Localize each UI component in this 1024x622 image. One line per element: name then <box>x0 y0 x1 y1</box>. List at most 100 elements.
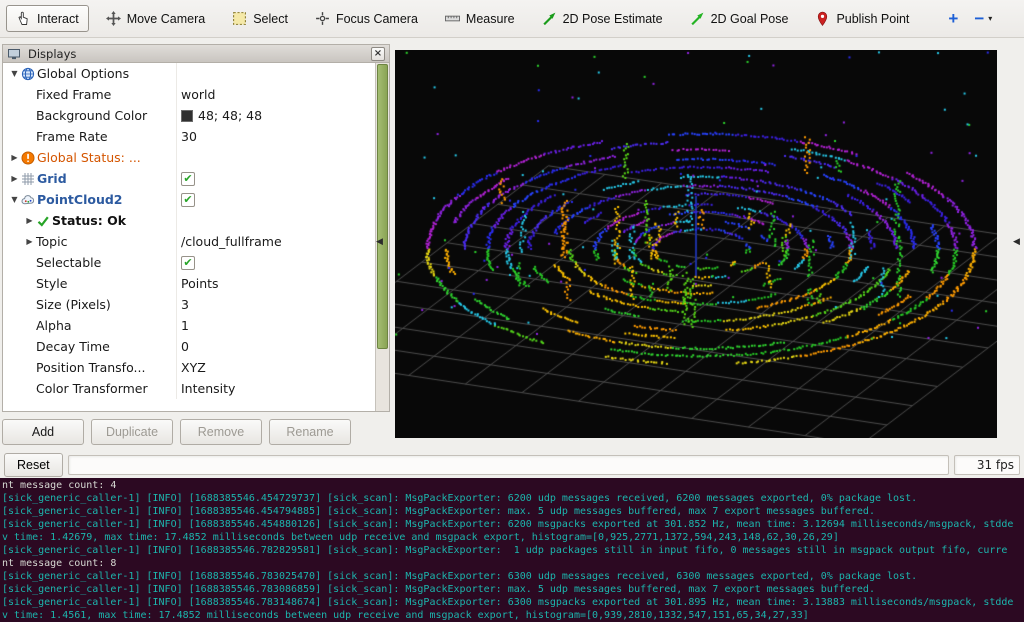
property-value-text[interactable]: 48; 48; 48 <box>198 108 262 123</box>
property-value-cell[interactable]: ✔ <box>176 252 375 273</box>
tree-row-alpha[interactable]: Alpha1 <box>3 315 375 336</box>
tool-measure[interactable]: Measure <box>435 5 525 32</box>
move-camera-icon <box>106 11 121 26</box>
property-value-text[interactable]: /cloud_fullframe <box>181 234 282 249</box>
expander-closed-icon[interactable]: ▶ <box>8 174 21 183</box>
property-name-cell: Size (Pixels) <box>3 297 176 312</box>
property-value-text[interactable]: Points <box>181 276 219 291</box>
enabled-checkbox[interactable]: ✔ <box>181 172 195 186</box>
tree-row-background-color[interactable]: Background Color48; 48; 48 <box>3 105 375 126</box>
globe-icon <box>21 67 37 81</box>
terminal-line: v time: 1.4561, max time: 17.4852 millis… <box>2 609 1022 622</box>
scrollbar-thumb[interactable] <box>377 64 388 349</box>
property-name-cell: Style <box>3 276 176 291</box>
tool-2d-pose-estimate[interactable]: 2D Pose Estimate <box>532 5 673 32</box>
property-label: Status: Ok <box>52 213 126 228</box>
enabled-checkbox[interactable]: ✔ <box>181 193 195 207</box>
property-label: Topic <box>36 234 67 249</box>
tool-label: Focus Camera <box>336 12 418 26</box>
tool-interact[interactable]: Interact <box>6 5 89 32</box>
display-action-buttons: Add Duplicate Remove Rename <box>2 419 392 445</box>
property-value-text[interactable]: world <box>181 87 215 102</box>
property-value-cell <box>176 210 375 231</box>
property-label: Position Transfo... <box>36 360 145 375</box>
property-name-cell: ▶ Global Status: ... <box>3 150 176 165</box>
property-name-cell: Selectable <box>3 255 176 270</box>
property-value-cell[interactable]: /cloud_fullframe <box>176 231 375 252</box>
displays-titlebar[interactable]: Displays × <box>3 45 389 63</box>
tree-row-size-pixels[interactable]: Size (Pixels) 3 <box>3 294 375 315</box>
add-tool-button[interactable]: + <box>940 7 966 31</box>
tree-row-color-transformer[interactable]: Color Transformer Intensity <box>3 378 375 399</box>
duplicate-display-button[interactable]: Duplicate <box>91 419 173 445</box>
tool-label: Move Camera <box>127 12 206 26</box>
tree-row-topic[interactable]: ▶Topic/cloud_fullframe <box>3 231 375 252</box>
enabled-checkbox[interactable]: ✔ <box>181 256 195 270</box>
property-value-cell[interactable]: Points <box>176 273 375 294</box>
tree-row-decay-time[interactable]: Decay Time 0 <box>3 336 375 357</box>
property-value-cell[interactable]: ✔ <box>176 168 375 189</box>
select-box-icon <box>232 11 247 26</box>
property-name-cell: ▼PointCloud2 <box>3 192 176 207</box>
tree-row-status-ok[interactable]: ▶ Status: Ok <box>3 210 375 231</box>
check-icon <box>36 214 52 228</box>
terminal-line: [sick_generic_caller-1] [INFO] [16883855… <box>2 518 1022 531</box>
property-value-cell[interactable]: ✔ <box>176 189 375 210</box>
tree-row-selectable[interactable]: Selectable ✔ <box>3 252 375 273</box>
expander-closed-icon[interactable]: ▶ <box>23 237 36 246</box>
property-label: Global Options <box>37 66 129 81</box>
property-name-cell: Decay Time <box>3 339 176 354</box>
splitter-arrow-right-icon[interactable]: ◀ <box>1013 237 1020 247</box>
close-icon[interactable]: × <box>371 47 385 61</box>
remove-display-button[interactable]: Remove <box>180 419 262 445</box>
property-value-cell[interactable]: 0 <box>176 336 375 357</box>
expander-open-icon[interactable]: ▼ <box>8 195 21 204</box>
expander-open-icon[interactable]: ▼ <box>8 69 21 78</box>
tree-row-fixed-frame[interactable]: Fixed Frameworld <box>3 84 375 105</box>
tool-2d-goal-pose[interactable]: 2D Goal Pose <box>680 5 799 32</box>
property-label: Global Status: ... <box>37 150 141 165</box>
terminal-line: nt message count: 8 <box>2 557 1022 570</box>
expander-closed-icon[interactable]: ▶ <box>23 216 36 225</box>
rename-display-button[interactable]: Rename <box>269 419 351 445</box>
property-name-cell: ▶ Status: Ok <box>3 213 176 228</box>
property-value-cell[interactable]: 30 <box>176 126 375 147</box>
property-value-cell[interactable]: world <box>176 84 375 105</box>
tree-row-global-options[interactable]: ▼ Global Options <box>3 63 375 84</box>
property-value-cell[interactable]: Intensity <box>176 378 375 399</box>
tool-select[interactable]: Select <box>222 5 298 32</box>
chevron-down-icon[interactable]: ▾ <box>988 14 992 23</box>
property-value-cell[interactable]: 1 <box>176 315 375 336</box>
publish-point-pin-icon <box>815 11 830 26</box>
color-swatch[interactable] <box>181 110 193 122</box>
property-value-text[interactable]: 0 <box>181 339 189 354</box>
focus-camera-icon <box>315 11 330 26</box>
terminal[interactable]: nt message count: 4[sick_generic_caller-… <box>0 478 1024 622</box>
tree-row-global-status[interactable]: ▶ Global Status: ... <box>3 147 375 168</box>
property-value-text[interactable]: 3 <box>181 297 189 312</box>
tool-publish-point[interactable]: Publish Point <box>805 5 919 32</box>
tree-row-pointcloud2[interactable]: ▼PointCloud2 ✔ <box>3 189 375 210</box>
property-value-text[interactable]: 1 <box>181 318 189 333</box>
add-display-button[interactable]: Add <box>2 419 84 445</box>
property-label: Color Transformer <box>36 381 148 396</box>
property-name-cell: ▶Topic <box>3 234 176 249</box>
tree-row-position-transfo[interactable]: Position Transfo... XYZ <box>3 357 375 378</box>
property-value-text[interactable]: XYZ <box>181 360 206 375</box>
property-value-cell <box>176 63 375 84</box>
expander-closed-icon[interactable]: ▶ <box>8 153 21 162</box>
splitter-arrow-left-icon[interactable]: ◀ <box>376 237 383 247</box>
property-value-text[interactable]: Intensity <box>181 381 235 396</box>
tool-focus-camera[interactable]: Focus Camera <box>305 5 428 32</box>
tree-row-grid[interactable]: ▶Grid✔ <box>3 168 375 189</box>
property-value-text[interactable]: 30 <box>181 129 197 144</box>
reset-button[interactable]: Reset <box>4 453 63 477</box>
property-value-cell[interactable]: 3 <box>176 294 375 315</box>
tree-row-frame-rate[interactable]: Frame Rate30 <box>3 126 375 147</box>
tool-move-camera[interactable]: Move Camera <box>96 5 216 32</box>
property-value-cell[interactable]: 48; 48; 48 <box>176 105 375 126</box>
property-value-cell[interactable]: XYZ <box>176 357 375 378</box>
tool-label: 2D Goal Pose <box>711 12 789 26</box>
tree-row-style[interactable]: Style Points <box>3 273 375 294</box>
render-viewport-canvas[interactable] <box>395 50 997 438</box>
